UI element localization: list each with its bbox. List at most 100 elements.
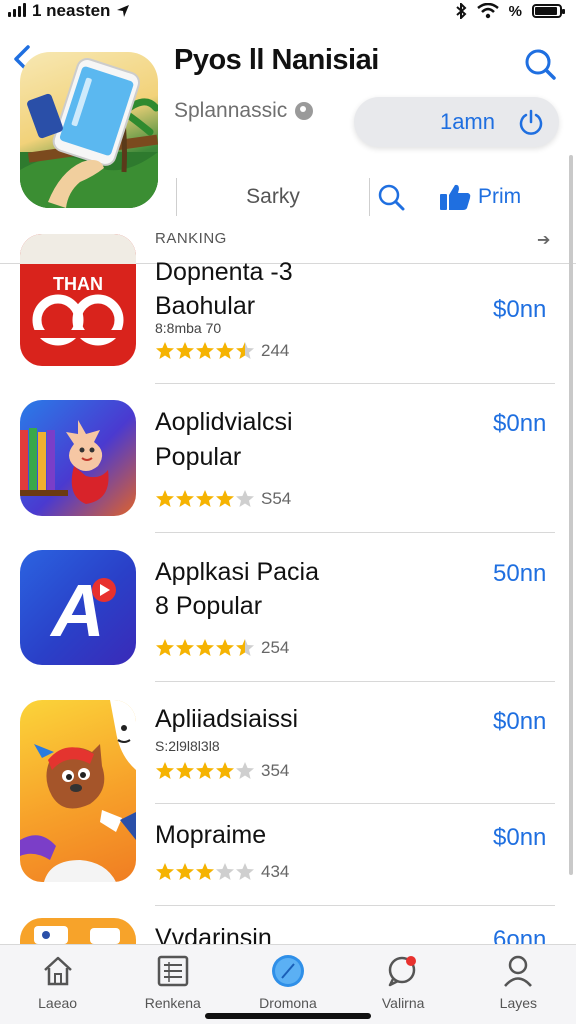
star-rating: S54 — [155, 489, 291, 509]
list-item[interactable]: Mopraime 434 $0nn — [0, 806, 576, 906]
location-arrow-icon — [117, 5, 130, 17]
svg-text:THAN: THAN — [53, 274, 103, 294]
than-app-icon[interactable]: THAN — [20, 234, 136, 366]
compass-icon — [271, 955, 304, 987]
carrier-label: 1 neasten — [32, 1, 111, 20]
tab-label: Laeao — [38, 995, 78, 1011]
app-subtitle: Splannassic — [174, 99, 314, 123]
bluetooth-icon — [455, 3, 467, 19]
partial-app-icon[interactable] — [20, 918, 136, 944]
app-title: Applkasi Pacia — [155, 558, 319, 586]
star-icon — [196, 342, 214, 359]
page-title: Pyos ll Nanisiai — [174, 44, 379, 76]
star-icon — [176, 863, 194, 880]
star-rating: 354 — [155, 761, 289, 781]
status-bar: 1 neasten % — [0, 0, 576, 22]
home-indicator[interactable] — [205, 1013, 371, 1019]
tab-label: Dromona — [259, 995, 317, 1011]
star-icon — [156, 490, 174, 507]
featured-app-icon[interactable] — [20, 52, 158, 208]
app-meta: 8:8mba 70 — [155, 320, 222, 336]
chat-bubble-icon — [388, 956, 417, 987]
get-button[interactable]: 1amn — [354, 97, 559, 147]
tab-bar: Laeao Renkena Dromona Valirna Layes — [0, 944, 576, 1024]
status-left: 1 neasten — [8, 1, 130, 21]
letter-a-logo-icon: A — [49, 569, 116, 652]
divider — [155, 905, 555, 906]
star-icon — [196, 762, 214, 779]
star-icon — [176, 639, 194, 656]
battery-icon — [532, 4, 565, 18]
filter-label: Prim — [478, 185, 522, 208]
get-button-label: 1amn — [439, 109, 495, 134]
tab-label: Layes — [499, 995, 538, 1011]
price-button[interactable]: $0nn — [493, 708, 546, 736]
star-icon — [236, 639, 254, 656]
signal-icon — [8, 3, 26, 17]
secondary-toolbar: Sarky Prim — [176, 178, 560, 216]
price-button[interactable]: $0nn — [493, 296, 546, 324]
app-category: Popular — [155, 443, 242, 471]
books-cat-illustration-icon — [20, 420, 109, 504]
search-icon[interactable] — [520, 44, 560, 84]
app-title: Mopraime — [155, 821, 267, 849]
price-button[interactable]: $0nn — [493, 824, 546, 852]
star-icon — [176, 762, 194, 779]
star-icon — [216, 863, 234, 880]
category-label[interactable]: Sarky — [177, 185, 369, 209]
star-icon — [156, 342, 174, 359]
price-button[interactable]: 50nn — [493, 560, 546, 588]
app-meta: S:2l9l8l3l8 — [155, 738, 220, 754]
list-item[interactable]: THAN Dopnenta -3 Baohular 8:8mba 70 244 … — [0, 234, 576, 384]
divider — [155, 532, 555, 533]
partial-illustration-icon — [34, 926, 120, 944]
books-cat-app-icon[interactable] — [20, 400, 136, 516]
tab-home[interactable]: Laeao — [0, 945, 115, 1024]
star-icon — [156, 863, 174, 880]
price-button[interactable]: 6onn — [493, 926, 546, 944]
app-title: Aoplidvialcsi — [155, 408, 293, 436]
thumbs-up-icon — [440, 184, 471, 210]
app-title: Dopnenta -3 — [155, 258, 293, 286]
rating-count: 244 — [261, 341, 290, 360]
star-icon — [216, 639, 234, 656]
wifi-icon — [476, 3, 499, 19]
letter-a-app-icon[interactable]: A — [20, 550, 136, 665]
rating-count: 254 — [261, 638, 290, 657]
divider — [155, 383, 555, 384]
power-icon — [519, 109, 543, 135]
star-icon — [216, 762, 234, 779]
info-dot-icon — [295, 102, 314, 120]
rating-count: 354 — [261, 761, 290, 780]
list-item[interactable]: A Applkasi Pacia 8 Popular 254 50nn — [0, 550, 576, 684]
rating-count: 434 — [261, 862, 290, 881]
than-logo-icon: THAN — [20, 234, 136, 346]
app-category: 8 Popular — [155, 592, 263, 620]
tab-label: Valirna — [381, 995, 425, 1011]
person-icon — [504, 955, 533, 987]
tab-profile[interactable]: Layes — [461, 945, 576, 1024]
scrollbar[interactable] — [569, 155, 573, 875]
star-icon — [156, 639, 174, 656]
app-title: Vvdarinsin — [155, 924, 272, 944]
star-icon — [196, 490, 214, 507]
list-icon — [157, 955, 189, 987]
list-item[interactable]: Vvdarinsin 6onn — [0, 918, 576, 944]
list-item[interactable]: Apliiadsiaissi S:2l9l8l3l8 354 $0nn — [0, 700, 576, 882]
app-title: Apliiadsiaissi — [155, 705, 299, 733]
tab-label: Renkena — [144, 995, 201, 1011]
search-icon — [378, 184, 405, 211]
star-icon — [236, 863, 254, 880]
battery-percent: % — [508, 2, 522, 20]
star-rating: 244 — [155, 341, 289, 361]
home-icon — [43, 956, 72, 986]
secondary-search-button[interactable] — [370, 182, 412, 212]
app-category: Baohular — [155, 292, 256, 320]
price-button[interactable]: $0nn — [493, 410, 546, 438]
star-icon — [176, 490, 194, 507]
star-icon — [196, 639, 214, 656]
filter-button[interactable]: Prim — [438, 182, 521, 212]
subtitle-text: Splannassic — [174, 99, 288, 122]
star-icon — [176, 342, 194, 359]
list-item[interactable]: Aoplidvialcsi Popular S54 $0nn — [0, 400, 576, 534]
